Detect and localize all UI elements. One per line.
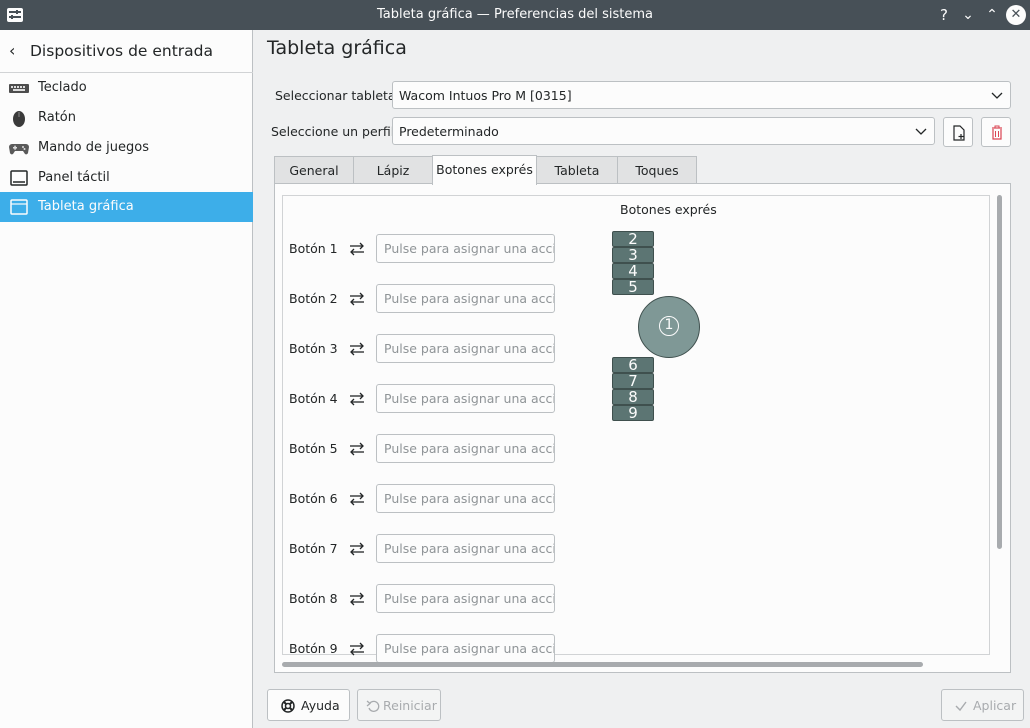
sidebar-item-label: Teclado	[38, 80, 87, 95]
tablet-select[interactable]: Wacom Intuos Pro M [0315]	[392, 81, 1011, 109]
action-shortcut-field[interactable]: Pulse para asignar una acci...	[376, 484, 555, 513]
touchpad-icon	[10, 170, 28, 186]
action-shortcut-field[interactable]: Pulse para asignar una acci...	[376, 384, 555, 413]
express-button-label: Botón 7	[289, 541, 338, 556]
sidebar-item-label: Ratón	[38, 110, 77, 125]
new-document-icon	[953, 125, 965, 141]
action-shortcut-field[interactable]: Pulse para asignar una acci...	[376, 284, 555, 313]
tablet-icon	[10, 199, 28, 215]
vertical-scrollbar[interactable]	[997, 195, 1002, 549]
express-button-label: Botón 5	[289, 441, 338, 456]
reset-button[interactable]: Reiniciar	[357, 689, 441, 721]
tab-general[interactable]: General	[274, 156, 354, 184]
swap-arrows-icon	[350, 392, 364, 406]
help-button-label: Ayuda	[301, 698, 340, 713]
tab-express-buttons[interactable]: Botones exprés	[432, 155, 537, 185]
profile-select-value: Predeterminado	[399, 124, 499, 139]
express-key-8: 8	[612, 389, 654, 405]
action-shortcut-field[interactable]: Pulse para asignar una acci...	[376, 584, 555, 613]
sidebar-item-label: Panel táctil	[38, 170, 110, 185]
tablet-select-value: Wacom Intuos Pro M [0315]	[399, 88, 572, 103]
express-key-7: 7	[612, 373, 654, 389]
help-button[interactable]: Ayuda	[267, 689, 350, 721]
maximize-button[interactable]: ⌃	[982, 5, 1002, 25]
swap-arrows-icon	[350, 542, 364, 556]
express-key-6: 6	[612, 357, 654, 373]
profile-select-label: Seleccione un perfil:	[271, 124, 399, 139]
swap-arrows-icon	[350, 492, 364, 506]
express-button-label: Botón 4	[289, 391, 338, 406]
action-shortcut-field[interactable]: Pulse para asignar una acci...	[376, 334, 555, 363]
sidebar: ‹ Dispositivos de entrada Teclado Ratón …	[0, 30, 253, 728]
window-titlebar: Tableta gráfica — Preferencias del siste…	[0, 0, 1030, 30]
sidebar-item-touchpad[interactable]: Panel táctil	[0, 163, 253, 193]
express-key-9: 9	[612, 405, 654, 421]
action-shortcut-field[interactable]: Pulse para asignar una acci...	[376, 634, 555, 663]
tab-pen[interactable]: Lápiz	[353, 156, 433, 184]
help-window-button[interactable]: ?	[934, 5, 954, 25]
horizontal-scrollbar[interactable]	[282, 662, 923, 667]
reset-button-label: Reiniciar	[383, 698, 437, 713]
delete-profile-button[interactable]	[981, 117, 1011, 147]
swap-arrows-icon	[350, 342, 364, 356]
express-button-label: Botón 2	[289, 291, 338, 306]
tab-tablet[interactable]: Tableta	[536, 156, 618, 184]
new-profile-button[interactable]	[943, 117, 973, 147]
swap-arrows-icon	[350, 242, 364, 256]
sidebar-back-label: Dispositivos de entrada	[30, 42, 214, 60]
swap-arrows-icon	[350, 292, 364, 306]
swap-arrows-icon	[350, 642, 364, 656]
action-shortcut-field[interactable]: Pulse para asignar una acci...	[376, 234, 555, 263]
close-button[interactable]: ✕	[1006, 5, 1026, 25]
action-shortcut-field[interactable]: Pulse para asignar una acci...	[376, 534, 555, 563]
sidebar-item-label: Mando de juegos	[38, 140, 149, 155]
window-title: Tableta gráfica — Preferencias del siste…	[377, 7, 653, 22]
gamepad-icon	[9, 144, 29, 155]
express-buttons-title: Botones exprés	[620, 202, 717, 217]
page-title: Tableta gráfica	[267, 37, 407, 59]
chevron-down-icon	[915, 128, 927, 135]
express-key-5: 5	[612, 279, 654, 295]
apply-button[interactable]: Aplicar	[941, 689, 1024, 721]
trash-icon	[992, 125, 1002, 140]
profile-select[interactable]: Predeterminado	[392, 117, 935, 145]
tab-touch[interactable]: Toques	[617, 156, 697, 184]
minimize-button[interactable]: ⌄	[958, 5, 978, 25]
keyboard-icon	[9, 84, 29, 93]
back-to-input-devices[interactable]: ‹ Dispositivos de entrada	[0, 30, 253, 73]
mouse-icon	[13, 111, 25, 127]
apply-button-label: Aplicar	[973, 698, 1017, 713]
action-shortcut-field[interactable]: Pulse para asignar una acci...	[376, 434, 555, 463]
express-button-label: Botón 9	[289, 641, 338, 656]
tablet-select-label: Seleccionar tableta:	[275, 88, 400, 103]
sidebar-item-gamepad[interactable]: Mando de juegos	[0, 133, 253, 163]
swap-arrows-icon	[350, 592, 364, 606]
swap-arrows-icon	[350, 442, 364, 456]
sidebar-item-graphics-tablet[interactable]: Tableta gráfica	[0, 192, 253, 222]
lifebuoy-icon	[281, 699, 295, 713]
express-key-2: 2	[612, 231, 654, 247]
express-key-4: 4	[612, 263, 654, 279]
checkmark-icon	[955, 701, 967, 712]
sidebar-item-label: Tableta gráfica	[38, 199, 134, 214]
sidebar-item-mouse[interactable]: Ratón	[0, 103, 253, 133]
express-button-label: Botón 3	[289, 341, 338, 356]
express-key-3: 3	[612, 247, 654, 263]
express-button-label: Botón 8	[289, 591, 338, 606]
sidebar-item-keyboard[interactable]: Teclado	[0, 73, 253, 103]
chevron-down-icon	[991, 92, 1003, 99]
chevron-left-icon: ‹	[9, 41, 16, 60]
touch-ring-center-button: 1	[659, 316, 679, 336]
undo-icon	[366, 700, 380, 712]
express-button-label: Botón 6	[289, 491, 338, 506]
express-button-label: Botón 1	[289, 241, 338, 256]
